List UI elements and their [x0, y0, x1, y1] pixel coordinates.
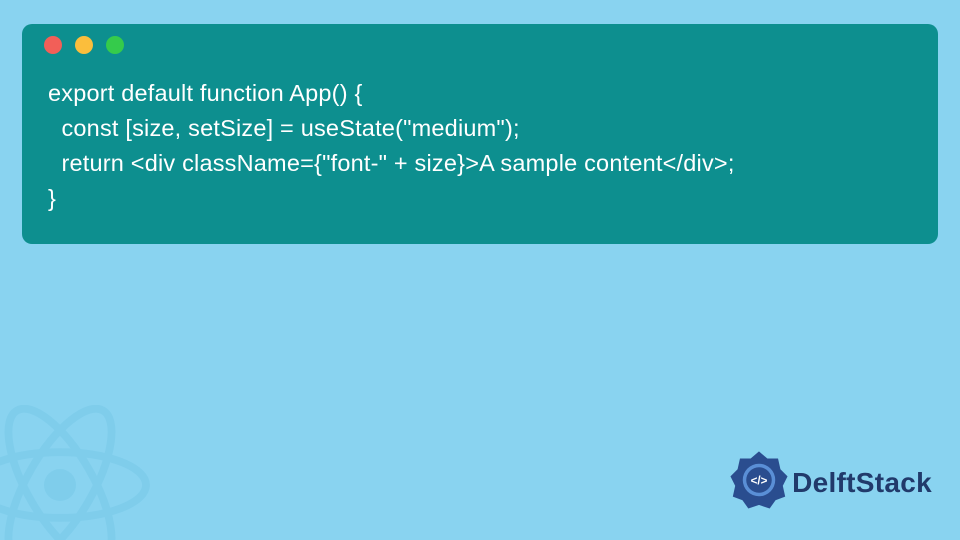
code-window: export default function App() { const [s… [22, 24, 938, 244]
delftstack-logo-icon: </> [730, 451, 788, 514]
react-logo-watermark-icon [0, 405, 150, 540]
code-line: return <div className={"font-" + size}>A… [48, 150, 735, 176]
brand-badge: </> DelftStack [730, 451, 932, 514]
brand-name: DelftStack [792, 467, 932, 499]
code-block: export default function App() { const [s… [22, 66, 938, 216]
maximize-icon [106, 36, 124, 54]
window-titlebar [22, 24, 938, 66]
svg-text:</>: </> [751, 475, 768, 488]
code-line: } [48, 185, 56, 211]
close-icon [44, 36, 62, 54]
code-line: export default function App() { [48, 80, 363, 106]
minimize-icon [75, 36, 93, 54]
code-line: const [size, setSize] = useState("medium… [48, 115, 520, 141]
